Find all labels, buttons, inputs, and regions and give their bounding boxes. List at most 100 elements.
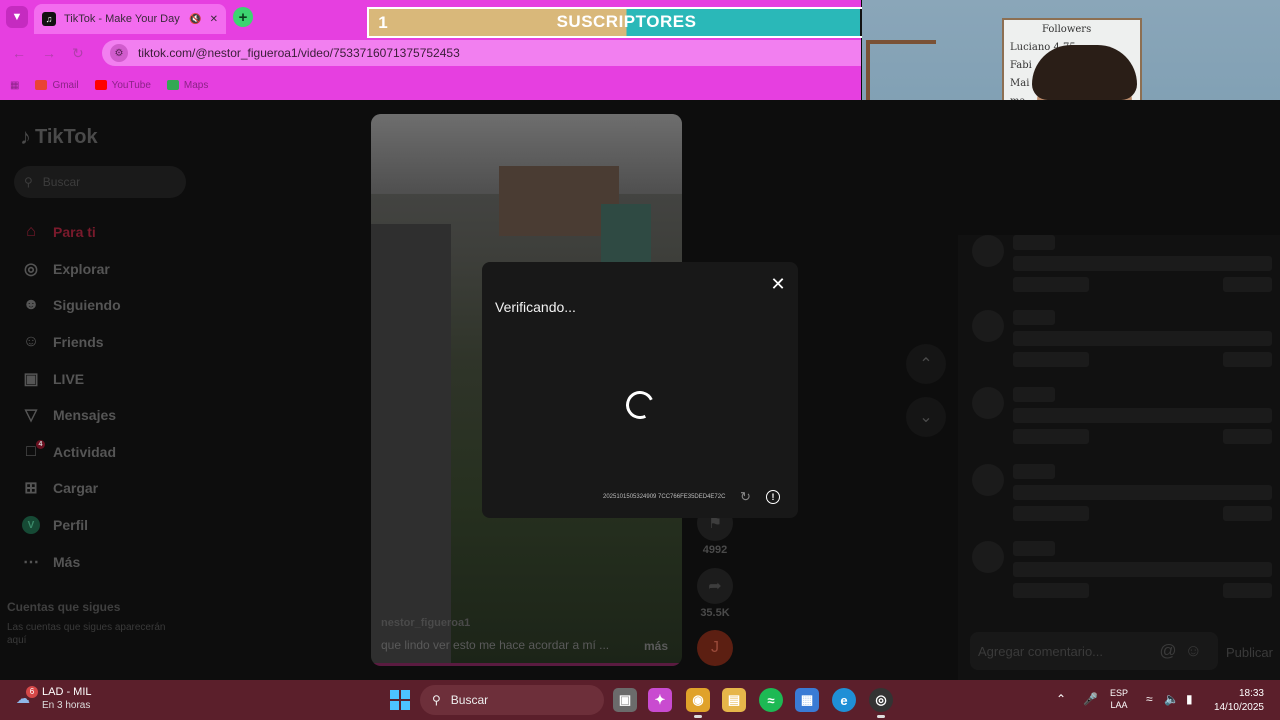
edge-icon[interactable]: e bbox=[832, 688, 856, 712]
site-info-icon[interactable]: ⚙ bbox=[110, 44, 128, 62]
close-tab-icon[interactable]: ✕ bbox=[210, 14, 218, 25]
sidebar-item-label: Mensajes bbox=[53, 407, 117, 424]
creator-avatar[interactable]: J bbox=[697, 630, 733, 666]
comment-skeleton bbox=[972, 310, 1272, 380]
sidebar-item-para-ti[interactable]: ⌂ Para ti bbox=[22, 214, 121, 251]
subscriber-label: SUSCRIPTORES bbox=[556, 12, 697, 31]
comment-skeleton bbox=[972, 541, 1272, 611]
search-icon: ⚲ bbox=[432, 693, 441, 707]
apps-icon[interactable]: ▦ bbox=[10, 80, 19, 91]
share-action[interactable]: ➦ 35.5K bbox=[697, 568, 733, 619]
language-code: ESP bbox=[1110, 688, 1129, 698]
comments-panel bbox=[958, 235, 1280, 680]
chrome-icon[interactable]: ◉ bbox=[686, 688, 710, 718]
sidebar-item-mensajes[interactable]: ▽ Mensajes bbox=[22, 397, 121, 434]
activity-badge: 4 bbox=[36, 439, 45, 449]
bookmark-label: Maps bbox=[183, 79, 209, 91]
sidebar-item-live[interactable]: ▣ LIVE bbox=[22, 360, 121, 397]
video-username[interactable]: nestor_figueroa1 bbox=[381, 617, 470, 629]
bookmark-label: Gmail bbox=[52, 79, 79, 91]
close-icon[interactable]: ✕ bbox=[768, 274, 788, 294]
next-video-button[interactable]: ⌄ bbox=[906, 397, 946, 437]
info-icon[interactable]: ! bbox=[766, 490, 780, 504]
video-progress-bar[interactable] bbox=[371, 663, 682, 666]
microphone-icon[interactable]: 🎤 bbox=[1083, 692, 1098, 706]
following-section-title: Cuentas que sigues bbox=[7, 600, 121, 614]
tab-search-button[interactable]: ▼ bbox=[6, 6, 28, 28]
sidebar-item-siguiendo[interactable]: ☻ Siguiendo bbox=[22, 287, 121, 324]
sidebar-item-label: Friends bbox=[53, 334, 104, 351]
weather-title: LAD - MIL bbox=[42, 686, 92, 698]
weather-subtitle: En 3 horas bbox=[42, 700, 91, 711]
verification-modal: Verificando... ✕ 2025101505324909 7CC766… bbox=[482, 262, 798, 518]
copilot-icon[interactable]: ✦ bbox=[648, 688, 672, 712]
bookmark-gmail[interactable]: Gmail bbox=[35, 79, 79, 91]
language-indicator[interactable]: ESP LAA bbox=[1110, 687, 1128, 711]
wifi-icon[interactable]: ≈ bbox=[1146, 692, 1153, 706]
sidebar-item-cargar[interactable]: ⊞ Cargar bbox=[22, 470, 121, 507]
sidebar-item-actividad[interactable]: □ 4 Actividad bbox=[22, 434, 121, 471]
url-bar[interactable]: ⚙ tiktok.com/@nestor_figueroa1/video/753… bbox=[102, 40, 861, 66]
reload-icon[interactable]: ↻ bbox=[72, 45, 84, 62]
spotify-icon[interactable]: ≈ bbox=[759, 688, 783, 712]
system-clock[interactable]: 18:33 14/10/2025 bbox=[1210, 687, 1264, 715]
sidebar-item-friends[interactable]: ☺ Friends bbox=[22, 324, 121, 361]
share-icon[interactable]: ➦ bbox=[697, 568, 733, 604]
video-gate bbox=[601, 204, 651, 264]
bookmarks-bar: ▦ Gmail YouTube Maps bbox=[0, 70, 861, 100]
back-icon[interactable]: ← bbox=[12, 45, 26, 61]
battery-icon[interactable]: ▮ bbox=[1186, 692, 1193, 706]
sidebar-item-explorar[interactable]: ◎ Explorar bbox=[22, 251, 121, 288]
video-road bbox=[371, 224, 451, 664]
upload-icon: ⊞ bbox=[24, 480, 38, 498]
forward-icon[interactable]: → bbox=[42, 45, 56, 61]
clock-date: 14/10/2025 bbox=[1213, 702, 1264, 713]
publish-button[interactable]: Publicar bbox=[1226, 645, 1273, 660]
video-caption: que lindo ver esto me hace acordar a mí … bbox=[381, 638, 610, 652]
live-icon: ▣ bbox=[23, 370, 39, 388]
weather-widget[interactable]: ☁ 6 LAD - MIL En 3 horas bbox=[16, 685, 92, 711]
clock-time: 18:33 bbox=[1238, 688, 1264, 699]
search-input[interactable]: ⚲ Buscar bbox=[14, 166, 186, 198]
browser-tab[interactable]: ♫ TikTok - Make Your Day 🔇 ✕ bbox=[34, 4, 226, 34]
sidebar-item-label: Cargar bbox=[53, 480, 99, 497]
mention-emoji-icons[interactable]: @☺ bbox=[1159, 641, 1210, 661]
gmail-icon bbox=[35, 80, 48, 90]
store-icon[interactable]: ▦ bbox=[795, 688, 819, 712]
bookmark-maps[interactable]: Maps bbox=[166, 79, 209, 91]
show-hidden-icons-icon[interactable]: ⌃ bbox=[1056, 692, 1066, 706]
sidebar-item-label: LIVE bbox=[53, 370, 85, 387]
streamer-hair bbox=[1032, 45, 1137, 100]
comment-skeleton bbox=[972, 387, 1272, 457]
tiktok-logo[interactable]: ♪ TikTok bbox=[20, 124, 98, 150]
start-button[interactable] bbox=[390, 690, 410, 710]
verification-code: 2025101505324909 7CC766FE35DED4E72C bbox=[603, 494, 726, 500]
tab-title: TikTok - Make Your Day bbox=[64, 13, 180, 25]
weather-badge: 6 bbox=[26, 685, 38, 698]
taskbar-search[interactable]: ⚲ Buscar bbox=[420, 685, 604, 715]
file-explorer-icon[interactable]: ▤ bbox=[722, 688, 746, 712]
mute-tab-icon[interactable]: 🔇 bbox=[189, 14, 201, 25]
previous-video-button[interactable]: ⌃ bbox=[906, 344, 946, 384]
sidebar-item-perfil[interactable]: V Perfil bbox=[22, 507, 121, 544]
obs-icon[interactable]: ◎ bbox=[869, 688, 893, 718]
taskbar: ☁ 6 LAD - MIL En 3 horas ⚲ Buscar ▣ ✦ ◉ ▤… bbox=[0, 680, 1280, 720]
url-text[interactable]: tiktok.com/@nestor_figueroa1/video/75337… bbox=[138, 46, 460, 60]
volume-icon[interactable]: 🔈 bbox=[1164, 692, 1179, 706]
comment-skeleton bbox=[972, 235, 1272, 305]
caption-more-link[interactable]: más bbox=[644, 639, 668, 653]
sidebar-item-label: Siguiendo bbox=[53, 297, 121, 314]
new-tab-button[interactable]: + bbox=[233, 7, 253, 27]
loading-spinner-icon bbox=[622, 387, 658, 423]
youtube-icon bbox=[94, 80, 107, 90]
refresh-icon[interactable]: ↻ bbox=[740, 489, 751, 505]
comment-input[interactable]: Agregar comentario... @☺ bbox=[970, 632, 1218, 670]
chevron-down-icon: ⌄ bbox=[919, 409, 933, 426]
bookmark-youtube[interactable]: YouTube bbox=[94, 80, 151, 91]
save-count: 4992 bbox=[702, 544, 728, 556]
sidebar-item-mas[interactable]: ⋯ Más bbox=[22, 543, 121, 580]
sidebar-item-label: Explorar bbox=[53, 260, 110, 277]
tiktok-logo-icon: ♪ bbox=[20, 124, 31, 149]
task-view-icon[interactable]: ▣ bbox=[613, 688, 637, 712]
sidebar-item-label: Más bbox=[53, 553, 81, 570]
